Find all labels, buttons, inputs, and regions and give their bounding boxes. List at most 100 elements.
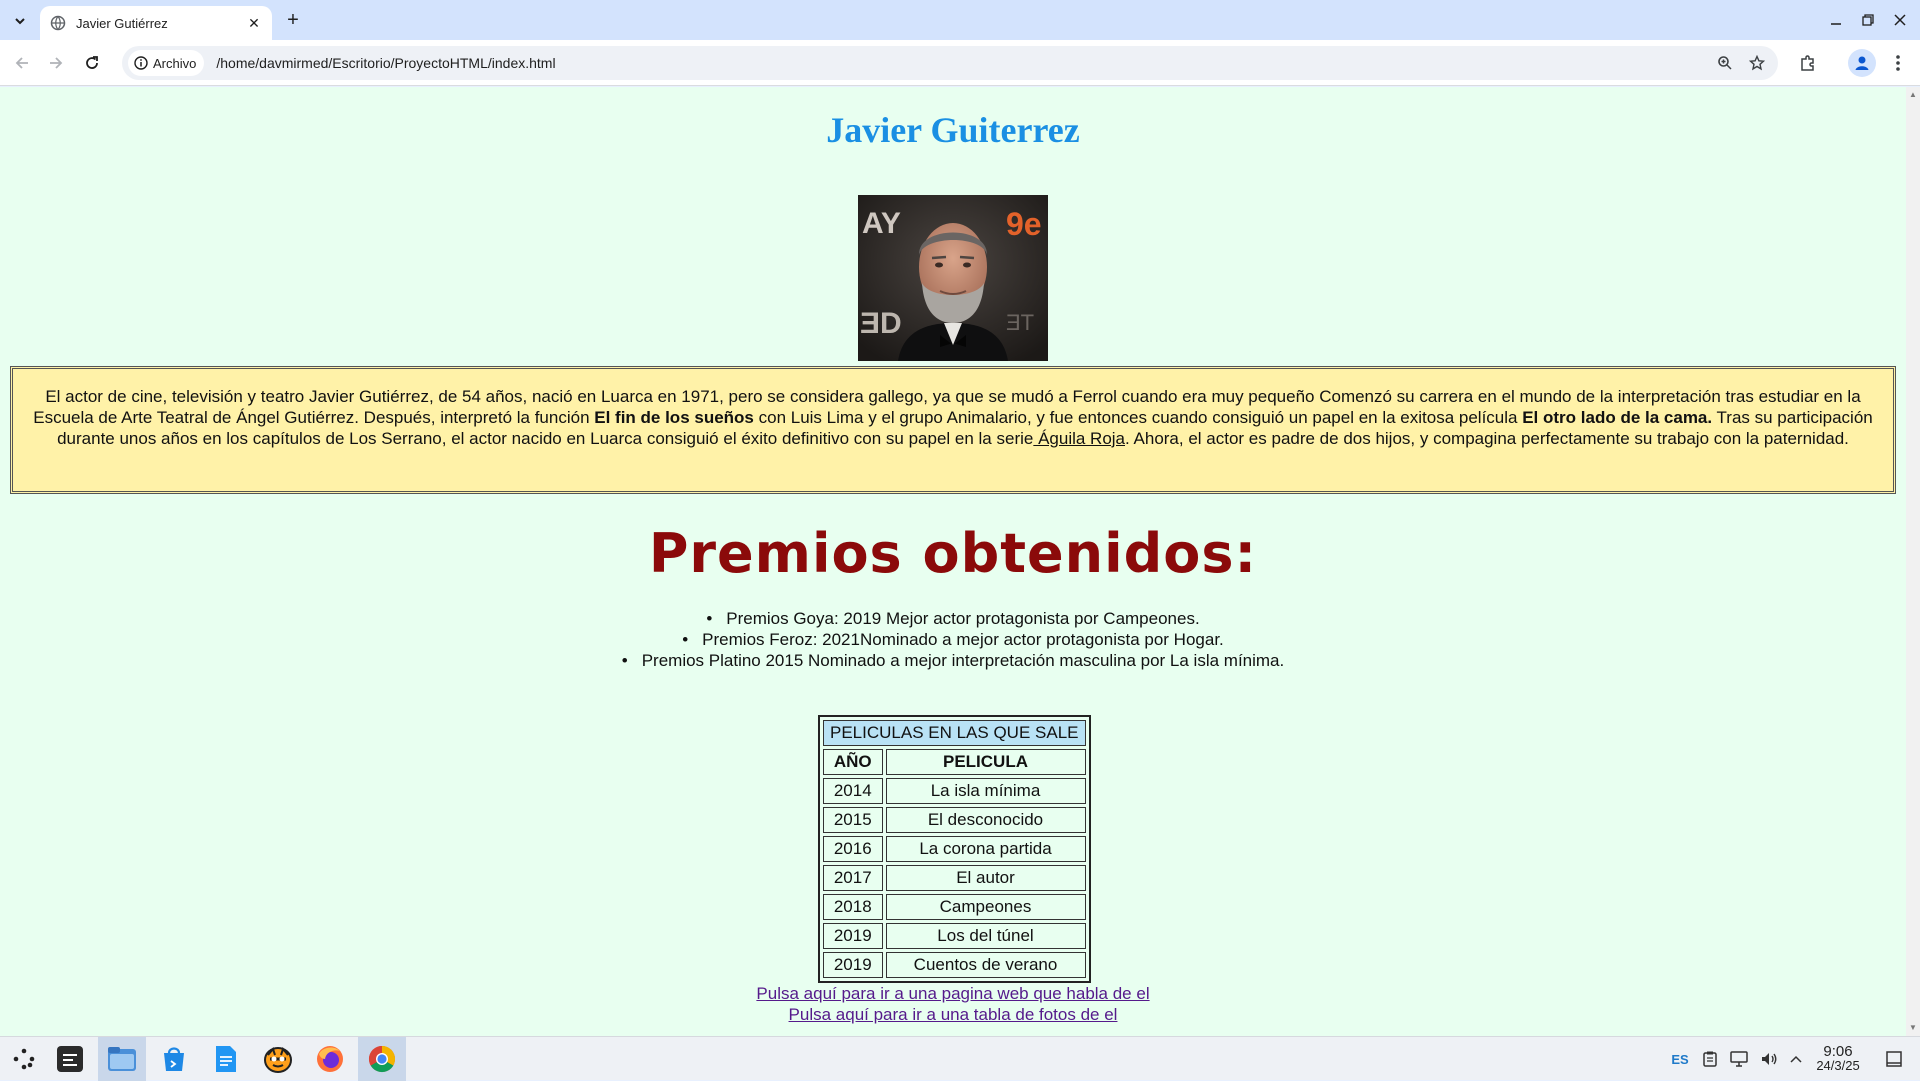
films-table: PELICULAS EN LAS QUE SALE AÑO PELICULA 2… [818, 715, 1091, 983]
avatar-icon [1855, 56, 1869, 70]
keyboard-layout-indicator[interactable]: ES [1668, 1049, 1692, 1069]
arrow-left-icon [15, 57, 28, 69]
clock-time: 9:06 [1823, 1043, 1853, 1060]
puzzle-icon [1801, 55, 1814, 71]
forward-button[interactable] [44, 51, 68, 75]
volume-icon[interactable] [1758, 1049, 1780, 1069]
menu-button[interactable] [1886, 51, 1910, 75]
table-row: 2016 La corona partida [823, 836, 1086, 862]
year-cell: 2015 [823, 807, 883, 833]
clock[interactable]: 9:06 24/3/25 [1810, 1043, 1866, 1073]
films-table-caption: PELICULAS EN LAS QUE SALE [823, 720, 1086, 746]
scroll-up-icon[interactable]: ▲ [1909, 91, 1917, 99]
year-cell: 2014 [823, 778, 883, 804]
terminal-icon [57, 1046, 83, 1072]
column-header-year: AÑO [823, 749, 883, 775]
page-title: Javier Guiterrez [826, 110, 1080, 150]
year-cell: 2016 [823, 836, 883, 862]
page-scrollbar[interactable]: ▲ ▼ [1906, 87, 1920, 1036]
show-desktop-button[interactable] [1882, 1049, 1906, 1069]
film-cell: La isla mínima [885, 778, 1086, 804]
minimize-icon [1831, 23, 1841, 25]
text-editor-icon [216, 1046, 236, 1072]
text-editor-app[interactable] [202, 1037, 250, 1081]
browser-toolbar: Archivo /home/davmirmed/Escritorio/Proye… [0, 40, 1920, 86]
kebab-menu-icon [1896, 55, 1900, 71]
profile-button[interactable] [1848, 49, 1876, 77]
clipboard-icon[interactable] [1700, 1049, 1720, 1069]
store-icon [164, 1047, 184, 1071]
film-cell: El autor [885, 865, 1086, 891]
bookmark-star-icon[interactable] [1746, 52, 1768, 74]
chrome-app[interactable] [358, 1037, 406, 1081]
clock-date: 24/3/25 [1816, 1058, 1860, 1073]
info-icon [134, 56, 148, 70]
year-cell: 2019 [823, 923, 883, 949]
launcher-button[interactable] [0, 1037, 48, 1081]
year-cell: 2019 [823, 952, 883, 978]
firefox-app[interactable] [306, 1037, 354, 1081]
network-icon[interactable] [1728, 1049, 1750, 1069]
table-row: 2018 Campeones [823, 894, 1086, 920]
store-app[interactable] [150, 1037, 198, 1081]
film-cell: El desconocido [885, 807, 1086, 833]
film-cell: Los del túnel [885, 923, 1086, 949]
aguila-roja-link[interactable]: Águila Roja [1033, 429, 1125, 448]
svg-text:ƎT: ƎT [1006, 310, 1034, 335]
svg-text:9e: 9e [1006, 206, 1042, 242]
column-header-film: PELICULA [885, 749, 1086, 775]
files-icon [108, 1047, 136, 1071]
chevron-down-icon [15, 18, 25, 25]
photos-table-link[interactable]: Pulsa aquí para ir a una tabla de fotos … [789, 1004, 1118, 1025]
new-tab-button[interactable]: + [282, 10, 304, 32]
award-item: Premios Platino 2015 Nominado a mejor in… [0, 650, 1906, 671]
tab-bar: Javier Gutiérrez ✕ + [0, 0, 1920, 40]
close-window-button[interactable] [1888, 8, 1912, 32]
chrome-icon [368, 1045, 396, 1073]
scroll-down-icon[interactable]: ▼ [1909, 1024, 1917, 1032]
tab-search-button[interactable] [8, 9, 32, 33]
firefox-icon [317, 1046, 343, 1072]
cat-app-icon [264, 1046, 292, 1073]
table-row: 2014 La isla mínima [823, 778, 1086, 804]
table-row: 2019 Los del túnel [823, 923, 1086, 949]
bio-bold-film: El otro lado de la cama. [1522, 408, 1713, 427]
svg-text:AY: AY [862, 207, 901, 240]
bio-text-2: con Luis Lima y el grupo Animalario, y f… [753, 408, 1523, 427]
close-icon [1894, 14, 1906, 26]
svg-text:ƎD: ƎD [860, 307, 902, 340]
files-app[interactable] [98, 1037, 146, 1081]
tray-expand-chevron-up-icon[interactable] [1786, 1049, 1806, 1069]
external-info-link[interactable]: Pulsa aquí para ir a una pagina web que … [756, 983, 1149, 1004]
table-row: 2017 El autor [823, 865, 1086, 891]
globe-icon [50, 15, 66, 31]
year-cell: 2018 [823, 894, 883, 920]
close-tab-icon[interactable]: ✕ [246, 15, 262, 31]
site-info-chip[interactable]: Archivo [128, 50, 205, 76]
minimize-button[interactable] [1824, 8, 1848, 32]
award-item: Premios Feroz: 2021Nominado a mejor acto… [0, 629, 1906, 650]
site-info-label: Archivo [153, 55, 197, 71]
taskbar: ES 9:06 24/3/25 [0, 1036, 1920, 1081]
browser-tab[interactable]: Javier Gutiérrez ✕ [40, 6, 272, 40]
cat-app[interactable] [254, 1037, 302, 1081]
reload-button[interactable] [80, 51, 104, 75]
url-text[interactable]: /home/davmirmed/Escritorio/ProyectoHTML/… [216, 55, 1714, 71]
film-cell: Cuentos de verano [885, 952, 1086, 978]
address-bar[interactable]: Archivo /home/davmirmed/Escritorio/Proye… [122, 46, 1778, 80]
zoom-icon[interactable] [1714, 52, 1736, 74]
bio-bold-play: El fin de los sueños [594, 408, 754, 427]
back-button[interactable] [10, 51, 34, 75]
extensions-button[interactable] [1796, 51, 1820, 75]
restore-button[interactable] [1856, 8, 1880, 32]
award-item: Premios Goya: 2019 Mejor actor protagoni… [0, 608, 1906, 629]
biography-box: El actor de cine, televisión y teatro Ja… [10, 366, 1896, 494]
show-desktop-icon [1886, 1051, 1902, 1067]
launcher-icon [13, 1048, 35, 1070]
year-cell: 2017 [823, 865, 883, 891]
terminal-app[interactable] [46, 1037, 94, 1081]
tab-title: Javier Gutiérrez [76, 15, 168, 31]
table-row: 2019 Cuentos de verano [823, 952, 1086, 978]
restore-icon [1862, 14, 1874, 26]
reload-icon [86, 56, 98, 69]
